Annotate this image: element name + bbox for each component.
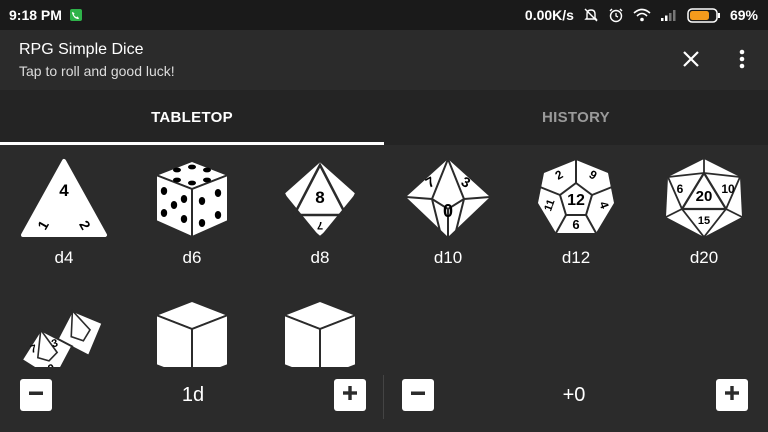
dice-count-value: 1d	[181, 384, 205, 406]
minus-icon	[27, 384, 45, 407]
d12-icon: 12 2 9 11 4 6	[538, 160, 614, 234]
d10-label: d10	[433, 248, 463, 267]
die-d20[interactable]: 20 6 10 15 d20	[640, 145, 768, 275]
mute-icon	[583, 7, 599, 23]
plus-icon	[341, 384, 359, 407]
die-d4[interactable]: 4 1 2 d4	[0, 145, 128, 275]
d8-icon: 8 7	[282, 160, 358, 239]
status-bar: 9:18 PM 0.00K/s 69%	[0, 0, 768, 30]
d8-label: d8	[310, 248, 330, 267]
svg-text:7: 7	[317, 219, 323, 231]
tab-tabletop-label: TABLETOP	[151, 109, 233, 126]
minus-icon	[409, 384, 427, 407]
d20-icon: 20 6 10 15	[665, 159, 743, 239]
battery-icon	[687, 7, 721, 23]
wifi-icon	[633, 8, 651, 22]
d10-icon: 0 7 3	[405, 157, 491, 237]
modifier-minus-button[interactable]	[402, 379, 434, 411]
svg-text:4: 4	[59, 181, 69, 200]
status-time: 9:18 PM	[9, 7, 62, 23]
battery-percent: 69%	[729, 7, 758, 23]
svg-text:15: 15	[698, 215, 710, 227]
svg-text:20: 20	[696, 188, 713, 205]
app-bar: RPG Simple Dice Tap to roll and good luc…	[0, 30, 768, 90]
die-d10[interactable]: 0 7 3 d10	[384, 145, 512, 275]
count-plus-button[interactable]	[334, 379, 366, 411]
die-custom-2[interactable]	[256, 285, 384, 367]
multi-dice-icon: 7 3 0	[20, 308, 104, 367]
more-vert-icon[interactable]	[732, 46, 752, 72]
die-d8[interactable]: 8 7 d8	[256, 145, 384, 275]
svg-text:10: 10	[721, 182, 735, 196]
tab-history-label: HISTORY	[542, 109, 610, 126]
d6-label: d6	[182, 248, 202, 267]
alarm-icon	[608, 7, 624, 23]
roll-controls: 1d +0	[0, 367, 768, 432]
d4-icon: 4 1 2	[21, 159, 107, 237]
d4-label: d4	[54, 248, 74, 267]
cube-icon	[281, 299, 359, 367]
dice-grid: 4 1 2 d4 d6 8 7 d8 0 7 3 d10 12 2 9 11 4…	[0, 145, 768, 367]
svg-text:6: 6	[677, 182, 684, 196]
svg-text:0: 0	[443, 201, 453, 221]
die-d12[interactable]: 12 2 9 11 4 6 d12	[512, 145, 640, 275]
tab-bar: TABLETOP HISTORY	[0, 90, 768, 145]
die-d6[interactable]: d6	[128, 145, 256, 275]
tab-tabletop[interactable]: TABLETOP	[0, 90, 384, 145]
cube-icon	[153, 299, 231, 367]
die-multi[interactable]: 7 3 0	[0, 285, 128, 367]
controls-divider	[383, 375, 384, 419]
app-title: RPG Simple Dice	[19, 41, 144, 58]
die-custom-1[interactable]	[128, 285, 256, 367]
app-subtitle: Tap to roll and good luck!	[19, 63, 175, 79]
svg-text:12: 12	[567, 192, 585, 209]
modifier-plus-button[interactable]	[716, 379, 748, 411]
svg-text:6: 6	[572, 217, 579, 232]
tab-history[interactable]: HISTORY	[384, 90, 768, 145]
svg-text:8: 8	[315, 188, 324, 207]
count-minus-button[interactable]	[20, 379, 52, 411]
plus-icon	[723, 384, 741, 407]
d20-label: d20	[689, 248, 719, 267]
signal-icon	[660, 8, 678, 22]
d6-icon	[153, 159, 231, 239]
modifier-value: +0	[562, 384, 586, 406]
close-icon[interactable]	[678, 46, 704, 72]
d12-label: d12	[561, 248, 591, 267]
network-speed: 0.00K/s	[524, 7, 574, 23]
call-icon	[69, 9, 82, 21]
